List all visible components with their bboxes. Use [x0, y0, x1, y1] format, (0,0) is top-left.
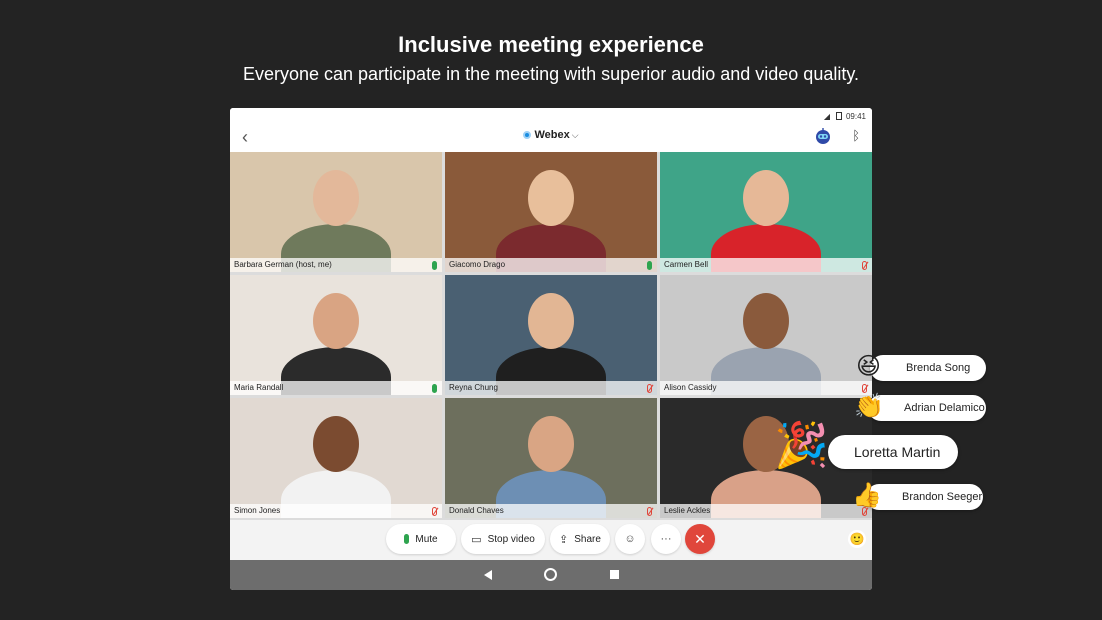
reaction-emoji-icon: 👏 — [854, 393, 884, 420]
microphone-muted-icon — [862, 384, 867, 393]
participant-figure-head — [743, 170, 789, 226]
signal-icon: ◢ — [823, 112, 830, 121]
participant-figure-head — [743, 293, 789, 349]
participant-figure-head — [528, 170, 574, 226]
subline: Everyone can participate in the meeting … — [242, 64, 860, 84]
participant-name: Donald Chaves — [445, 504, 657, 518]
meeting-title[interactable]: Webex ⌵ — [230, 129, 872, 141]
reaction-emoji-icon: 😆 — [856, 353, 882, 380]
participant-figure-head — [313, 170, 359, 226]
reaction-toast: 😆 Brenda Song — [856, 353, 986, 381]
share-button[interactable]: ⇪ Share — [550, 524, 610, 554]
app-bar: ‹ Webex ⌵ ᛒ — [230, 124, 872, 152]
webex-icon — [523, 131, 532, 139]
person-icon: ☺ — [624, 533, 636, 545]
participant-tile[interactable]: Donald Chaves — [445, 398, 657, 518]
participant-figure-head — [528, 293, 574, 349]
stop-video-button[interactable]: ▭ Stop video — [461, 524, 545, 554]
mute-button[interactable]: Mute — [386, 524, 456, 554]
participant-tile[interactable]: Maria Randall — [230, 275, 442, 395]
reaction-emoji-icon: 👍 — [852, 482, 882, 509]
reaction-toast: 🎉 Loretta Martin — [774, 421, 958, 470]
participant-tile[interactable]: Alison Cassidy — [660, 275, 872, 395]
participant-name: Giacomo Drago — [445, 258, 657, 272]
status-bar: ◢ 09:41 — [230, 108, 872, 124]
meeting-title-label: Webex — [534, 129, 570, 141]
nav-back-icon[interactable] — [484, 570, 492, 580]
participant-name: Simon Jones — [230, 504, 442, 518]
participant-tile[interactable]: Reyna Chung — [445, 275, 657, 395]
participant-tile[interactable]: Carmen Bell — [660, 152, 872, 272]
reaction-sender-name: Brandon Seeger — [902, 491, 983, 503]
participant-figure-head — [313, 293, 359, 349]
microphone-icon — [432, 261, 437, 270]
reaction-toast: 👏 Adrian Delamico — [854, 393, 986, 421]
microphone-muted-icon — [862, 261, 867, 270]
share-label: Share — [574, 533, 601, 545]
participants-button[interactable]: ☺ — [615, 524, 645, 554]
participant-tile[interactable]: Barbara German (host, me) — [230, 152, 442, 272]
nav-recent-icon[interactable] — [610, 570, 619, 579]
status-time: 09:41 — [845, 112, 866, 121]
microphone-muted-icon — [647, 507, 652, 516]
end-call-button[interactable]: ✕ — [685, 524, 715, 554]
participant-tile[interactable]: Simon Jones — [230, 398, 442, 518]
participant-name: Carmen Bell — [660, 258, 872, 272]
participant-name: Leslie Ackles — [660, 504, 872, 518]
reaction-sender-name: Loretta Martin — [854, 444, 941, 460]
video-camera-icon: ▭ — [471, 533, 482, 546]
emoji-icon: 🙂 — [849, 532, 865, 546]
microphone-icon — [647, 261, 652, 270]
headline: Inclusive meeting experience — [398, 32, 704, 57]
reaction-sender-name: Adrian Delamico — [904, 402, 985, 414]
more-button[interactable]: ··· — [651, 524, 681, 554]
reaction-sender-name: Brenda Song — [906, 362, 971, 374]
participant-name: Alison Cassidy — [660, 381, 872, 395]
microphone-muted-icon — [647, 384, 652, 393]
assistant-bot-icon[interactable] — [814, 127, 832, 145]
nav-home-icon[interactable] — [544, 568, 557, 581]
chevron-down-icon: ⌵ — [571, 130, 579, 140]
microphone-icon — [404, 534, 410, 544]
call-controls: Mute ▭ Stop video ⇪ Share ☺ ··· ✕ 🙂 — [230, 520, 872, 560]
close-icon: ✕ — [694, 530, 706, 547]
reactions-button[interactable]: 🙂 — [848, 530, 866, 548]
android-nav-bar — [230, 560, 872, 590]
stop-video-label: Stop video — [487, 533, 535, 545]
participant-figure-head — [313, 416, 359, 472]
mute-label: Mute — [415, 533, 438, 545]
participant-figure-head — [528, 416, 574, 472]
reaction-toast: 👍 Brandon Seeger — [852, 482, 983, 510]
microphone-muted-icon — [432, 507, 437, 516]
more-icon: ··· — [660, 533, 672, 545]
battery-icon — [836, 112, 842, 120]
participant-name: Maria Randall — [230, 381, 442, 395]
share-icon: ⇪ — [559, 533, 569, 546]
participant-tile[interactable]: Giacomo Drago — [445, 152, 657, 272]
participant-name: Reyna Chung — [445, 381, 657, 395]
reaction-emoji-icon: 🎉 — [774, 421, 829, 470]
participant-name: Barbara German (host, me) — [230, 258, 442, 272]
tablet-screen: ◢ 09:41 ‹ Webex ⌵ ᛒ Barbara German (host,… — [230, 108, 872, 590]
bluetooth-icon[interactable]: ᛒ — [852, 128, 860, 143]
microphone-icon — [432, 384, 437, 393]
